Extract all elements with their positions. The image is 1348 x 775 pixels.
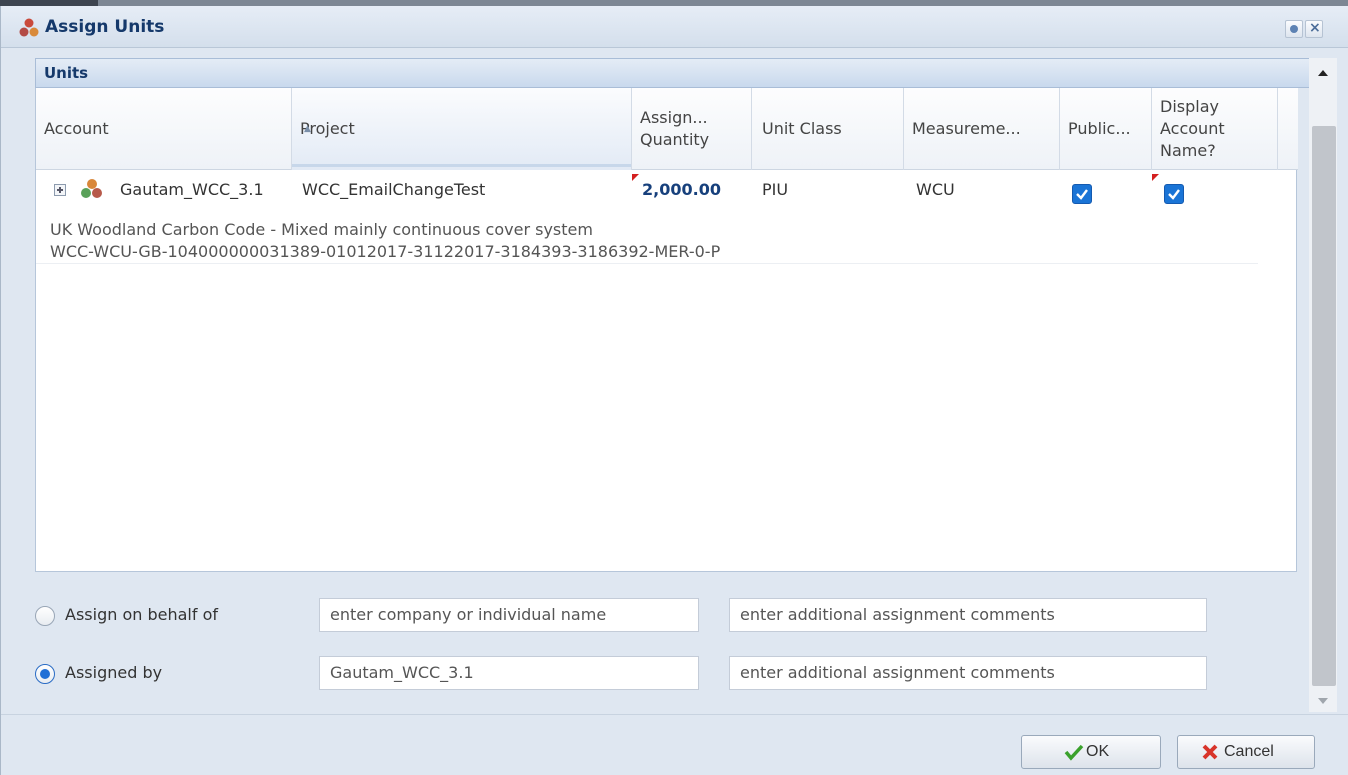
dialog-content: Units Account Project ▲ Assign... Quantit…	[21, 48, 1311, 708]
checkmark-icon	[1064, 744, 1084, 761]
column-header-assign-quantity[interactable]: Assign... Quantity	[632, 88, 752, 170]
assign-on-behalf-label[interactable]: Assign on behalf of	[65, 605, 218, 624]
column-header-display-account-name[interactable]: Display Account Name?	[1152, 88, 1278, 170]
column-label: Public...	[1068, 119, 1131, 138]
column-header-unit-class[interactable]: Unit Class	[752, 88, 904, 170]
behalf-name-input[interactable]: enter company or individual name	[319, 598, 699, 632]
assigned-by-name-input[interactable]: Gautam_WCC_3.1	[319, 656, 699, 690]
column-label: Unit Class	[762, 119, 842, 138]
scroll-down-icon[interactable]	[1318, 698, 1328, 704]
assign-units-dialog: Assign Units × Units Account Project ▲ As…	[0, 6, 1348, 775]
cell-measurement: WCU	[916, 180, 955, 199]
check-icon	[1076, 189, 1088, 200]
expand-row-icon[interactable]	[54, 184, 66, 196]
assign-on-behalf-row: Assign on behalf of enter company or ind…	[21, 598, 1311, 634]
table-row[interactable]: Gautam_WCC_3.1 WCC_EmailChangeTest 2,000…	[36, 170, 1258, 264]
account-icon	[81, 179, 102, 198]
assigned-by-comments-input[interactable]: enter additional assignment comments	[729, 656, 1207, 690]
column-label: Measureme...	[912, 119, 1021, 138]
display-account-name-checkbox[interactable]	[1164, 184, 1184, 204]
units-app-icon	[19, 18, 39, 37]
modified-flag-icon	[1152, 174, 1159, 181]
units-panel-title: Units	[44, 64, 89, 82]
cell-project: WCC_EmailChangeTest	[302, 180, 486, 199]
column-label: Account	[44, 119, 109, 138]
grid-header: Account Project ▲ Assign... Quantity Unit…	[36, 88, 1298, 170]
assign-on-behalf-radio[interactable]	[35, 606, 55, 626]
row-serial-number: WCC-WCU-GB-104000000031389-01012017-3112…	[50, 242, 721, 261]
dialog-titlebar[interactable]: Assign Units ×	[1, 6, 1348, 48]
ok-button[interactable]: OK	[1021, 735, 1161, 769]
row-description: UK Woodland Carbon Code - Mixed mainly c…	[50, 220, 593, 239]
dialog-footer: OK Cancel	[1, 714, 1348, 775]
assigned-by-label[interactable]: Assigned by	[65, 663, 162, 682]
column-label: Name?	[1160, 141, 1216, 160]
scroll-up-icon[interactable]	[1318, 70, 1328, 76]
cancel-button[interactable]: Cancel	[1177, 735, 1315, 769]
modified-flag-icon	[632, 174, 639, 181]
pin-icon[interactable]	[1285, 20, 1303, 38]
scrollbar-thumb[interactable]	[1312, 126, 1336, 686]
cell-assign-quantity[interactable]: 2,000.00	[642, 180, 721, 199]
units-panel-header: Units	[35, 58, 1311, 88]
check-icon	[1168, 189, 1180, 200]
column-label: Account	[1160, 119, 1225, 138]
sort-ascending-icon: ▲	[304, 124, 311, 134]
cancel-label: Cancel	[1224, 743, 1274, 760]
column-header-public[interactable]: Public...	[1060, 88, 1152, 170]
assigned-by-radio[interactable]	[35, 664, 55, 684]
assigned-by-row: Assigned by Gautam_WCC_3.1 enter additio…	[21, 656, 1311, 692]
column-header-measurement[interactable]: Measureme...	[904, 88, 1060, 170]
close-icon[interactable]: ×	[1305, 20, 1323, 38]
column-header-account[interactable]: Account	[36, 88, 292, 170]
dialog-title: Assign Units	[45, 17, 165, 37]
units-grid: Account Project ▲ Assign... Quantity Unit…	[35, 88, 1298, 572]
public-checkbox[interactable]	[1072, 184, 1092, 204]
column-label: Display	[1160, 97, 1219, 116]
column-label: Assign...	[640, 108, 708, 127]
cancel-x-icon	[1202, 744, 1218, 760]
cell-account: Gautam_WCC_3.1	[120, 180, 264, 199]
vertical-scrollbar[interactable]	[1309, 58, 1337, 712]
ok-label: OK	[1086, 743, 1110, 760]
cell-unit-class: PIU	[762, 180, 789, 199]
column-header-project[interactable]: Project ▲	[292, 88, 632, 170]
behalf-comments-input[interactable]: enter additional assignment comments	[729, 598, 1207, 632]
column-label: Quantity	[640, 130, 710, 149]
